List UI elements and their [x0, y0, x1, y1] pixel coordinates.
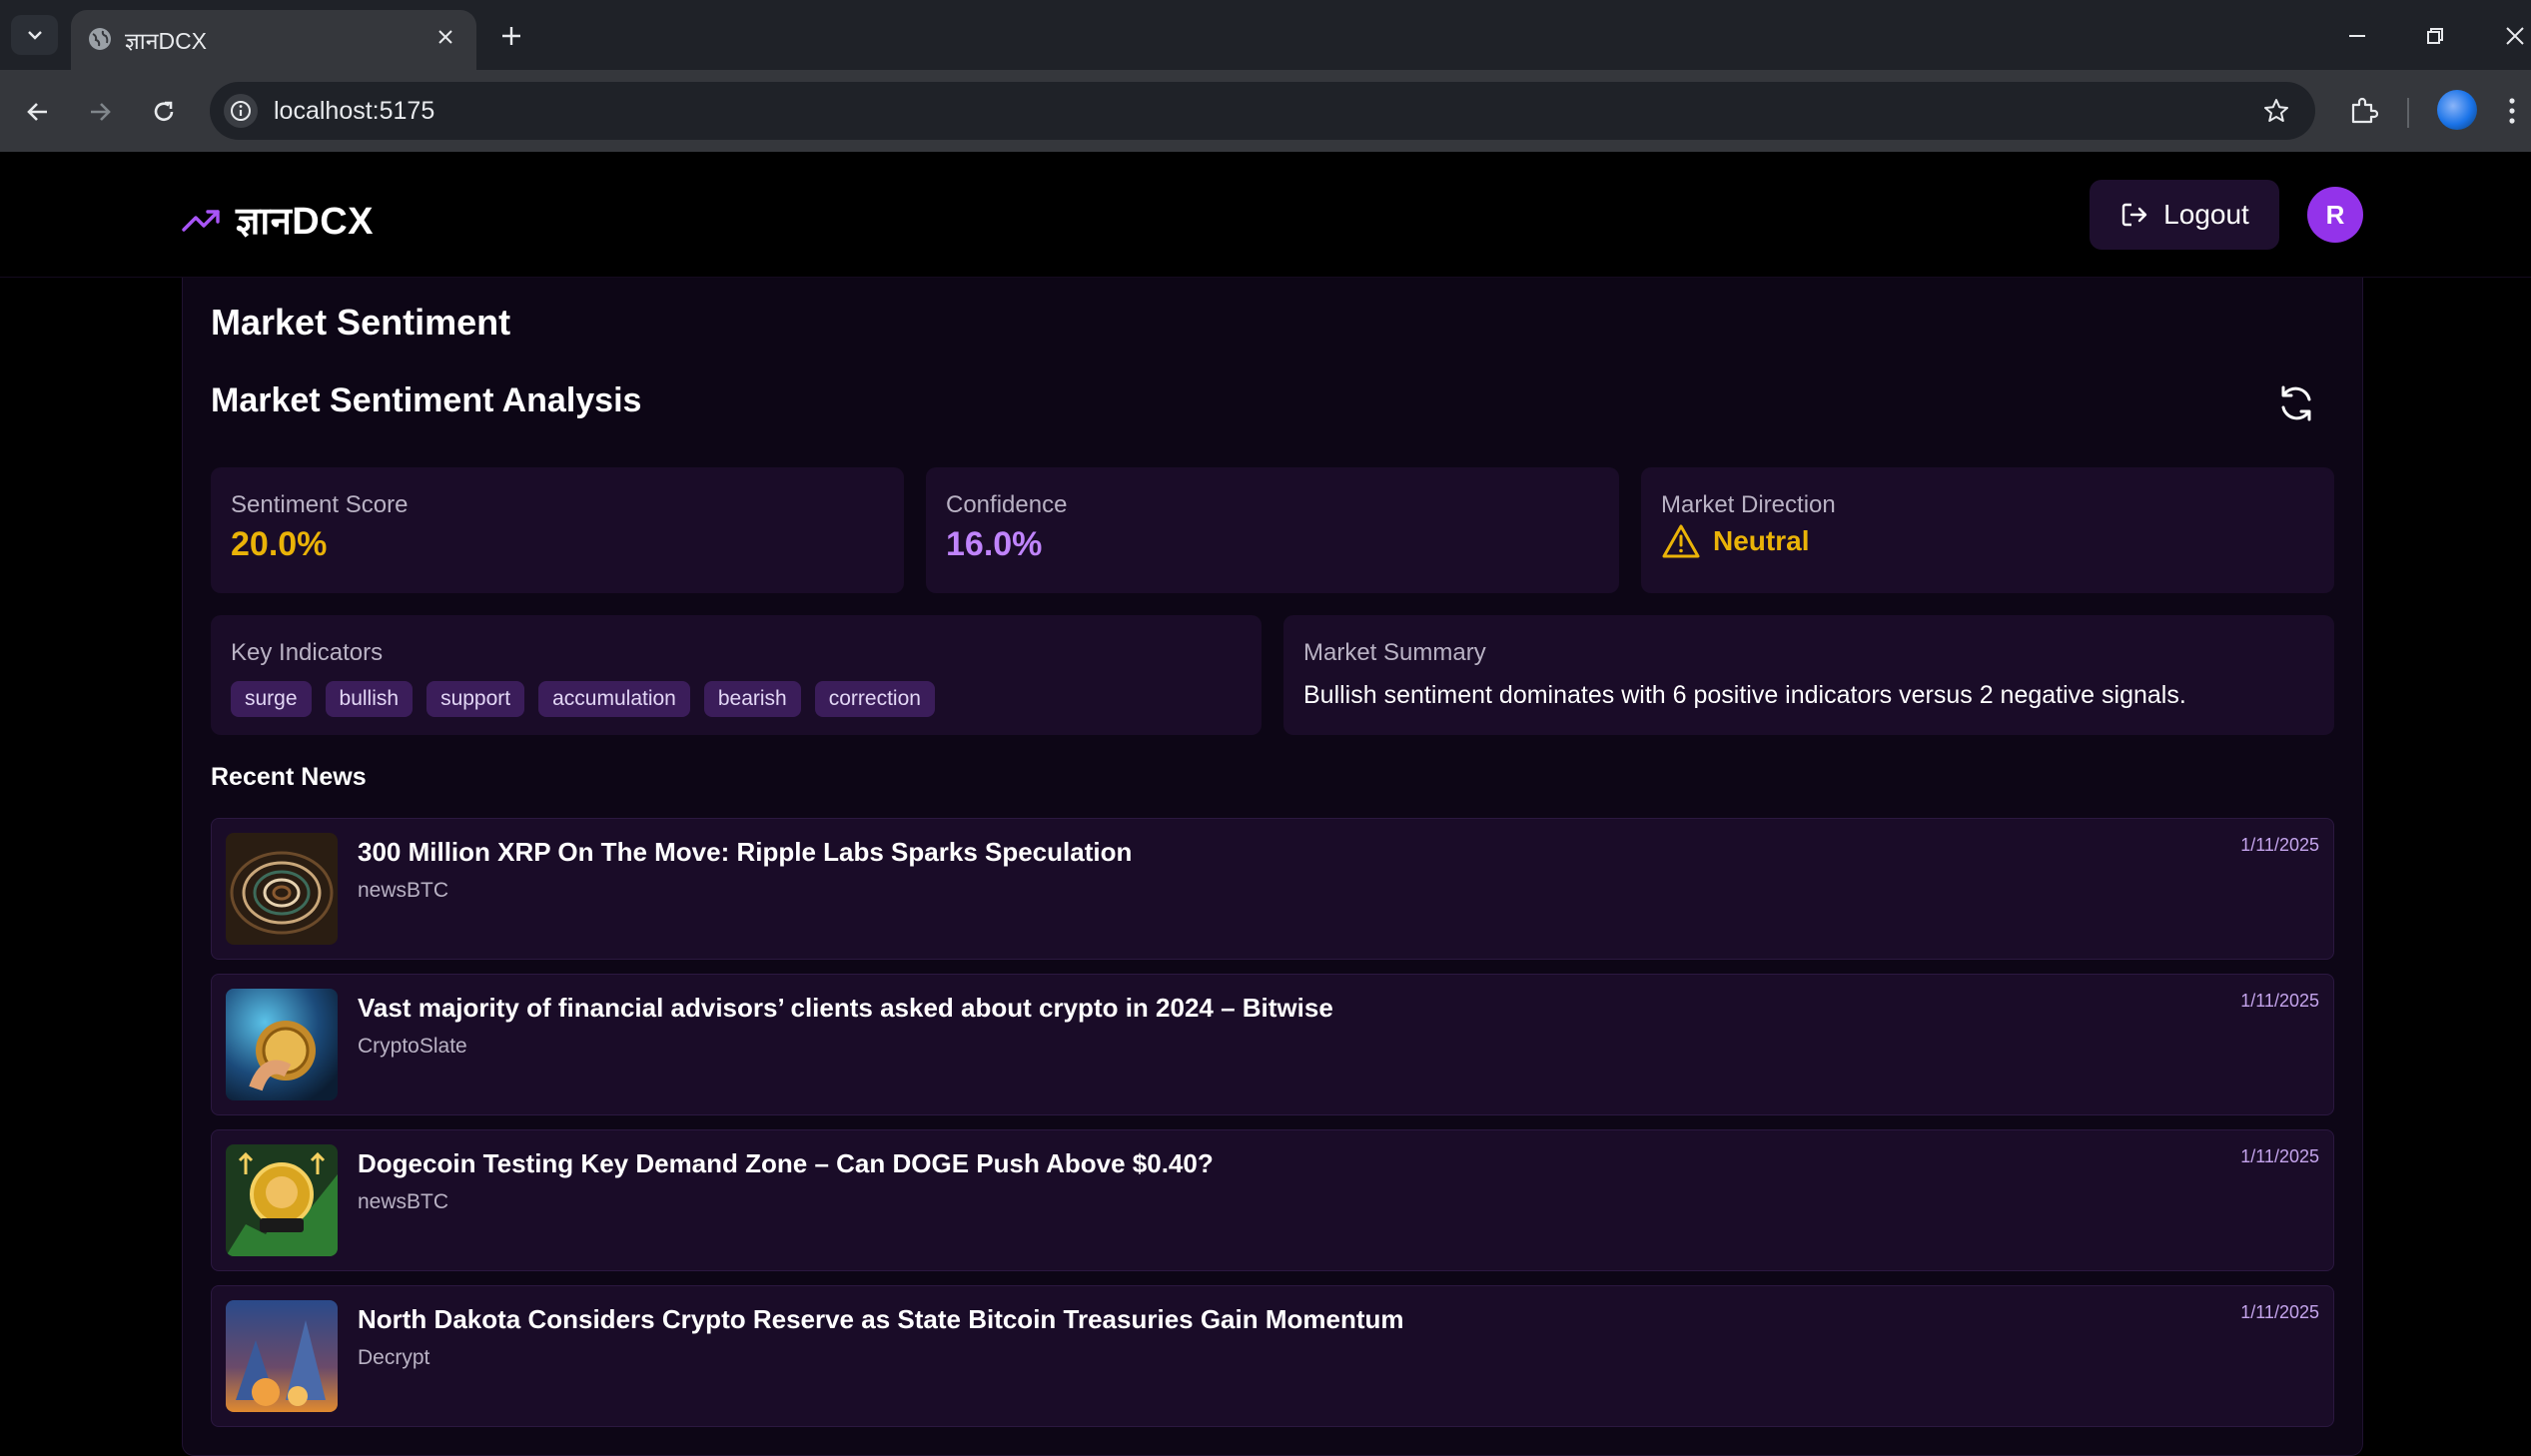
confidence-value: 16.0% [946, 525, 1043, 563]
indicator-chip: surge [231, 681, 312, 717]
indicator-chips: surge bullish support accumulation beari… [231, 681, 935, 717]
puzzle-icon [2351, 97, 2378, 124]
restore-button[interactable] [2405, 14, 2465, 58]
browser-menu-button[interactable] [2497, 89, 2527, 133]
news-headline: 300 Million XRP On The Move: Ripple Labs… [358, 837, 1133, 867]
minimize-button[interactable] [2327, 14, 2387, 58]
bookmark-button[interactable] [2259, 94, 2293, 128]
close-icon [438, 30, 452, 44]
indicator-chip: accumulation [538, 681, 690, 717]
news-date: 1/11/2025 [2240, 1302, 2319, 1322]
news-source: CryptoSlate [358, 1035, 467, 1058]
news-item[interactable]: Vast majority of financial advisors’ cli… [211, 974, 2334, 1115]
url-text: localhost:5175 [274, 97, 435, 125]
page-title: Market Sentiment [211, 302, 511, 343]
market-direction-label: Market Direction [1661, 491, 1836, 518]
refresh-button[interactable] [2272, 379, 2320, 427]
news-item[interactable]: Dogecoin Testing Key Demand Zone – Can D… [211, 1129, 2334, 1271]
news-headline: Vast majority of financial advisors’ cli… [358, 993, 1333, 1023]
logout-label: Logout [2163, 199, 2249, 230]
logout-button[interactable]: Logout [2090, 180, 2279, 250]
confidence-label: Confidence [946, 491, 1068, 518]
logout-icon [2121, 203, 2147, 227]
recent-news-heading: Recent News [211, 763, 367, 791]
close-icon [2506, 27, 2524, 45]
extensions-button[interactable] [2341, 89, 2385, 133]
minimize-icon [2349, 35, 2365, 37]
globe-icon [89, 28, 111, 50]
confidence-card: Confidence 16.0% [926, 467, 1619, 593]
news-headline: North Dakota Considers Crypto Reserve as… [358, 1304, 1404, 1334]
more-vertical-icon [2509, 98, 2515, 124]
info-icon [231, 101, 251, 121]
news-item[interactable]: North Dakota Considers Crypto Reserve as… [211, 1285, 2334, 1427]
brand-name: ज्ञानDCX [236, 201, 375, 243]
market-sentiment-panel: Market Sentiment Market Sentiment Analys… [182, 278, 2363, 1456]
news-source: newsBTC [358, 1190, 449, 1213]
section-title: Market Sentiment Analysis [211, 381, 642, 419]
warning-icon [1662, 524, 1700, 558]
site-info-button[interactable] [224, 94, 258, 128]
brand-logo[interactable]: ज्ञानDCX [182, 194, 374, 246]
tab-title: ज्ञानDCX [125, 28, 208, 54]
trending-up-icon [182, 210, 220, 232]
news-thumbnail [226, 989, 338, 1100]
close-tab-button[interactable] [430, 22, 460, 52]
plus-icon [502, 27, 520, 45]
key-indicators-card: Key Indicators surge bullish support acc… [211, 615, 1262, 735]
star-icon [2264, 99, 2288, 122]
market-summary-label: Market Summary [1303, 639, 1486, 666]
back-button[interactable] [16, 90, 60, 134]
news-thumbnail [226, 833, 338, 945]
indicator-chip: bearish [703, 681, 801, 717]
key-indicators-label: Key Indicators [231, 639, 384, 666]
indicator-chip: bullish [325, 681, 414, 717]
news-date: 1/11/2025 [2240, 835, 2319, 855]
close-window-button[interactable] [2485, 14, 2531, 58]
news-item[interactable]: 300 Million XRP On The Move: Ripple Labs… [211, 818, 2334, 960]
market-direction-value: Neutral [1713, 525, 1810, 556]
news-date: 1/11/2025 [2240, 991, 2319, 1011]
app-header: ज्ञानDCX Logout R [0, 152, 2531, 278]
arrow-right-icon [91, 103, 111, 121]
market-direction-card: Market Direction Neutral [1641, 467, 2334, 593]
user-avatar[interactable]: R [2307, 187, 2363, 243]
chevron-down-icon [27, 31, 42, 40]
sentiment-score-value: 20.0% [231, 525, 328, 563]
reload-icon [154, 101, 174, 121]
app-root: ज्ञानDCX Logout R Market Sentiment Marke… [0, 152, 2531, 1456]
news-source: Decrypt [358, 1346, 430, 1369]
news-source: newsBTC [358, 879, 449, 902]
forward-button[interactable] [78, 90, 122, 134]
tab-search-button[interactable] [11, 15, 58, 55]
browser-tab-strip: ज्ञानDCX [0, 0, 2531, 70]
toolbar-divider [2407, 98, 2409, 128]
address-bar[interactable]: localhost:5175 [210, 82, 2315, 140]
profile-avatar-button[interactable] [2437, 90, 2477, 130]
sentiment-score-card: Sentiment Score 20.0% [211, 467, 904, 593]
indicator-chip: support [426, 681, 525, 717]
browser-tab[interactable]: ज्ञानDCX [71, 10, 476, 70]
news-thumbnail [226, 1144, 338, 1256]
market-summary-text: Bullish sentiment dominates with 6 posit… [1303, 681, 2186, 709]
news-date: 1/11/2025 [2240, 1146, 2319, 1166]
arrow-left-icon [27, 103, 47, 121]
sentiment-score-label: Sentiment Score [231, 491, 409, 518]
refresh-icon [2281, 385, 2311, 421]
reload-button[interactable] [142, 90, 186, 134]
browser-toolbar: localhost:5175 [0, 70, 2531, 152]
restore-icon [2427, 28, 2443, 44]
market-direction-row: Neutral [1661, 523, 1809, 559]
indicator-chip: correction [814, 681, 935, 717]
news-headline: Dogecoin Testing Key Demand Zone – Can D… [358, 1148, 1214, 1178]
new-tab-button[interactable] [493, 18, 529, 54]
news-thumbnail [226, 1300, 338, 1412]
market-summary-card: Market Summary Bullish sentiment dominat… [1283, 615, 2334, 735]
